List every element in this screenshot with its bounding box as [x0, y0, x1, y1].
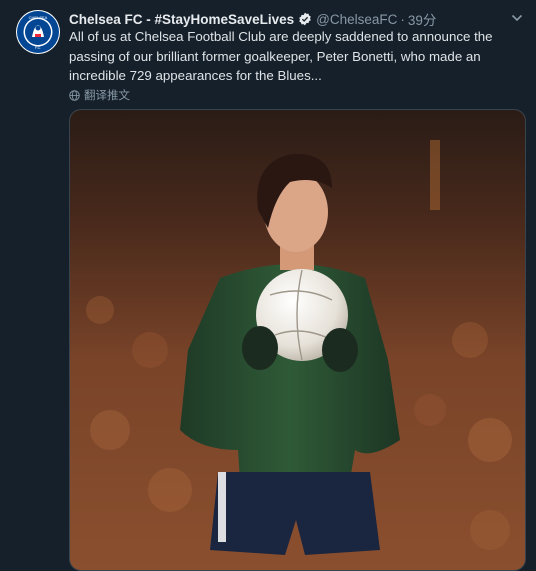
translate-label: 翻译推文 — [84, 90, 130, 102]
svg-text:F.C.: F.C. — [35, 46, 41, 50]
verified-badge-icon — [299, 12, 311, 26]
tweet-photo[interactable] — [69, 109, 526, 571]
timestamp[interactable]: 39分 — [408, 9, 437, 29]
translate-tweet-link[interactable]: 翻译推文 — [69, 87, 130, 103]
avatar[interactable]: CHELSEA F.C. — [16, 10, 60, 54]
separator-dot: · — [400, 11, 405, 27]
svg-text:CHELSEA: CHELSEA — [29, 15, 48, 20]
tweet[interactable]: CHELSEA F.C. Chelsea FC - #StayHomeSaveL… — [0, 0, 536, 571]
globe-icon — [69, 89, 80, 101]
chelsea-crest-logo: CHELSEA F.C. — [17, 11, 59, 53]
chevron-down-icon[interactable] — [511, 12, 523, 24]
tweet-text: All of us at Chelsea Football Club are d… — [69, 29, 493, 83]
goalkeeper-photo — [70, 110, 525, 570]
display-name[interactable]: Chelsea FC - #StayHomeSaveLives — [69, 12, 294, 27]
handle[interactable]: @ChelseaFC — [316, 12, 397, 27]
tweet-header: Chelsea FC - #StayHomeSaveLives @Chelsea… — [69, 9, 496, 29]
